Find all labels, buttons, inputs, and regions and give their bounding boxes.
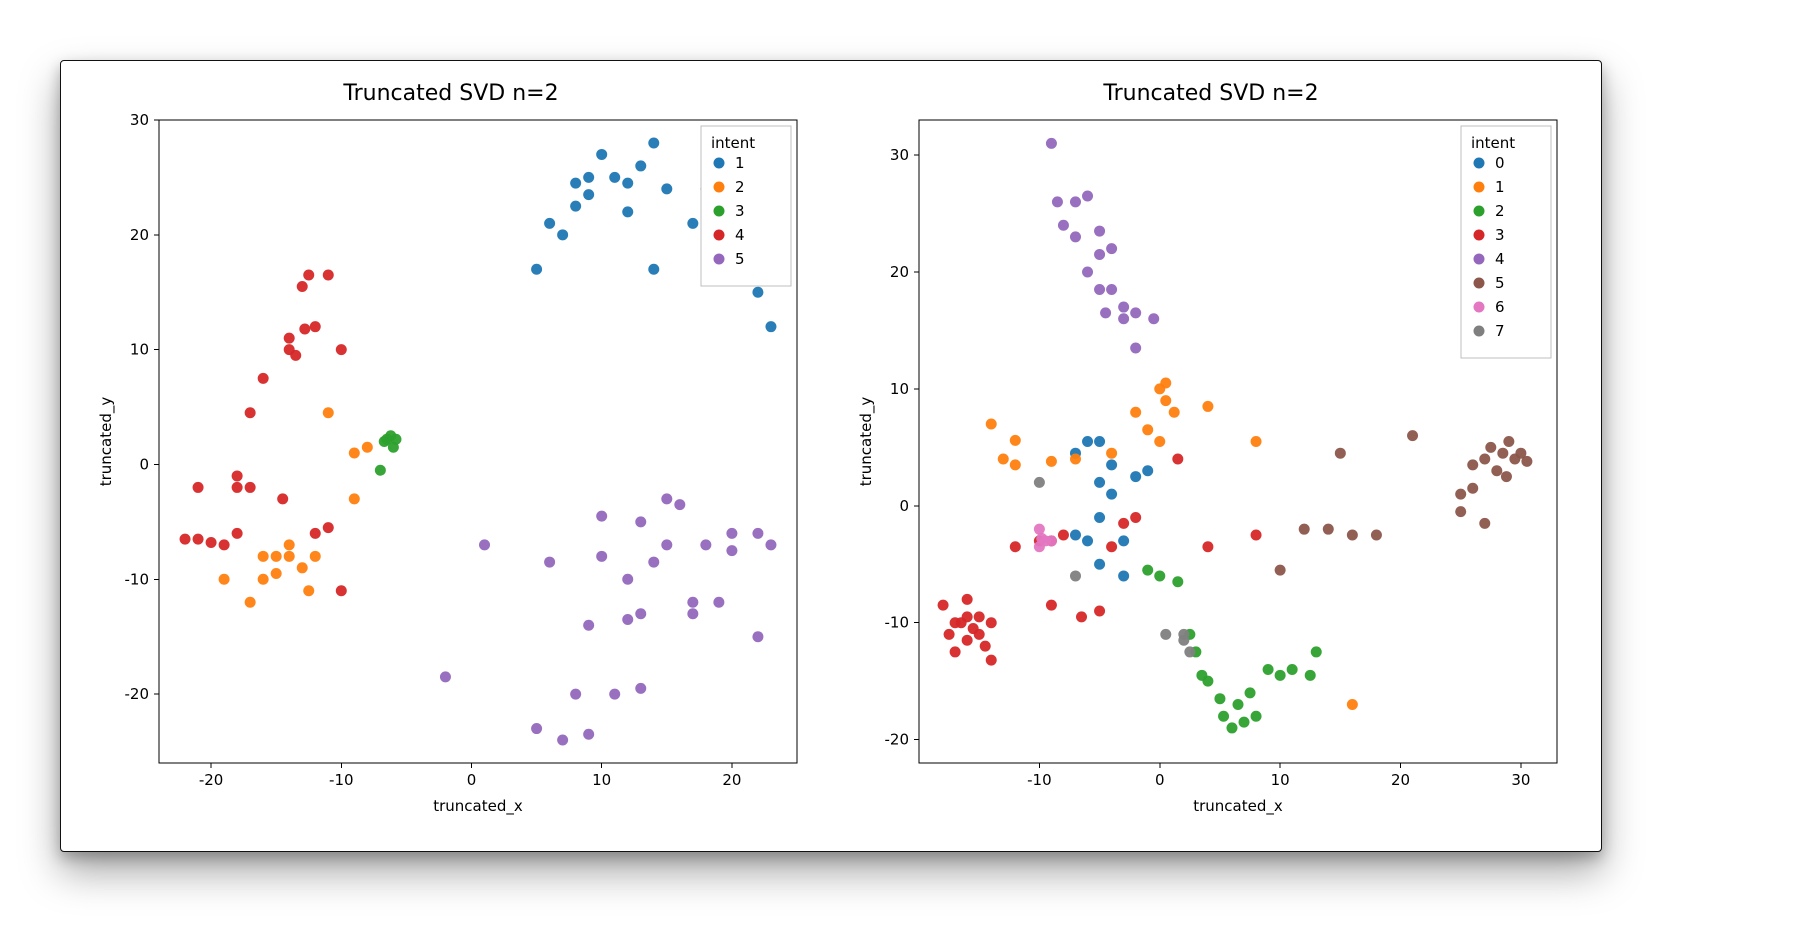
svg-text:5: 5 (1495, 274, 1505, 292)
right-panel: Truncated SVD n=2 -100102030truncated_x-… (851, 81, 1571, 821)
svg-text:0: 0 (467, 771, 477, 789)
svg-text:10: 10 (130, 341, 149, 359)
svg-text:3: 3 (1495, 226, 1505, 244)
svg-text:20: 20 (722, 771, 741, 789)
svg-text:-10: -10 (125, 570, 150, 588)
svg-text:20: 20 (1391, 771, 1410, 789)
left-panel: Truncated SVD n=2 -20-1001020truncated_x… (91, 81, 811, 821)
svg-text:1: 1 (1495, 178, 1505, 196)
svg-text:2: 2 (735, 178, 745, 196)
right-plotbox: -100102030truncated_x-20-100102030trunca… (851, 110, 1571, 825)
figure-card: Truncated SVD n=2 -20-1001020truncated_x… (60, 60, 1602, 852)
svg-text:20: 20 (130, 226, 149, 244)
svg-text:truncated_y: truncated_y (857, 397, 876, 487)
svg-text:truncated_y: truncated_y (97, 397, 116, 487)
right-chart: -100102030truncated_x-20-100102030trunca… (851, 110, 1571, 825)
svg-text:5: 5 (735, 250, 745, 268)
svg-text:10: 10 (592, 771, 611, 789)
svg-text:intent: intent (711, 134, 755, 152)
svg-text:4: 4 (735, 226, 745, 244)
svg-text:10: 10 (1271, 771, 1290, 789)
left-chart: -20 -10 0 10 20 truncated_x -20 -10 0 10 20 30 trunc… (91, 110, 811, 825)
svg-text:0: 0 (1495, 154, 1505, 172)
svg-text:30: 30 (1511, 771, 1530, 789)
svg-text:1: 1 (735, 154, 745, 172)
left-plotbox: -20 -10 0 10 20 truncated_x -20 -10 0 10 20 30 trunc… (91, 110, 811, 825)
svg-text:2: 2 (1495, 202, 1505, 220)
svg-text:-20: -20 (885, 731, 910, 749)
svg-text:0: 0 (139, 455, 149, 473)
svg-text:-10: -10 (1027, 771, 1052, 789)
figure-row: Truncated SVD n=2 -20-1001020truncated_x… (91, 81, 1571, 821)
svg-text:-20: -20 (199, 771, 224, 789)
svg-text:intent: intent (1471, 134, 1515, 152)
svg-text:-10: -10 (329, 771, 354, 789)
svg-text:4: 4 (1495, 250, 1505, 268)
svg-text:truncated_x: truncated_x (1193, 797, 1283, 816)
svg-text:30: 30 (130, 111, 149, 129)
svg-text:30: 30 (890, 146, 909, 164)
svg-text:3: 3 (735, 202, 745, 220)
svg-text:truncated_x: truncated_x (433, 797, 523, 816)
svg-text:10: 10 (890, 380, 909, 398)
svg-text:7: 7 (1495, 322, 1505, 340)
svg-text:6: 6 (1495, 298, 1505, 316)
svg-text:-10: -10 (885, 614, 910, 632)
svg-text:20: 20 (890, 263, 909, 281)
svg-text:-20: -20 (125, 685, 150, 703)
right-title: Truncated SVD n=2 (851, 81, 1571, 106)
svg-text:0: 0 (899, 497, 909, 515)
svg-text:0: 0 (1155, 771, 1165, 789)
left-title: Truncated SVD n=2 (91, 81, 811, 106)
